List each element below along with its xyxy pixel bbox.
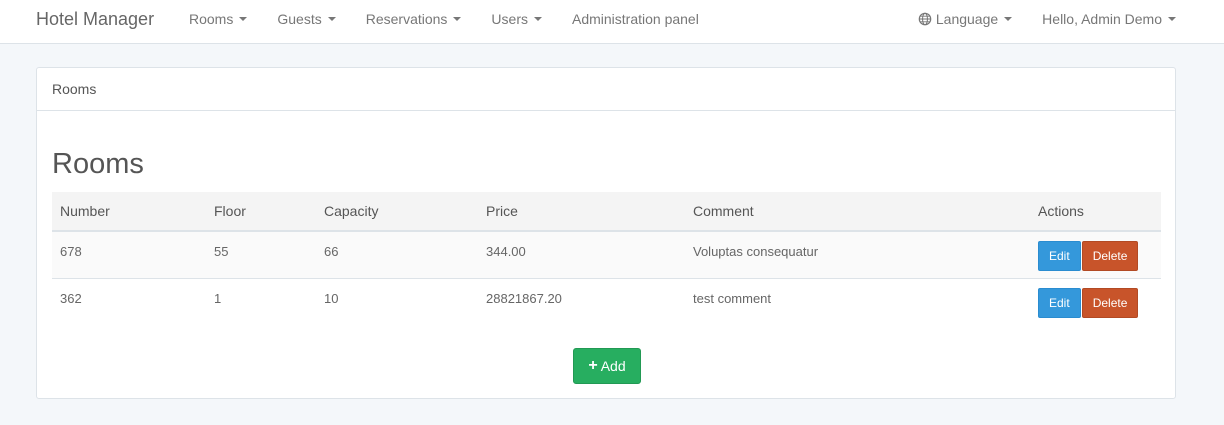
edit-button[interactable]: Edit [1038, 287, 1081, 318]
nav-reservations[interactable]: Reservations [366, 11, 462, 27]
caret-down-icon [1004, 17, 1013, 21]
cell-comment: test comment [693, 290, 772, 306]
table-row: 678 55 66 344.00 Voluptas consequatur Ed… [52, 231, 1161, 278]
nav-users-label: Users [491, 11, 528, 27]
rooms-table: Number Floor Capacity Price Comment Acti… [52, 192, 1161, 325]
language-dropdown[interactable]: Language [918, 11, 1013, 27]
cell-price: 28821867.20 [486, 290, 562, 306]
rooms-panel: Rooms Rooms Number Floor Capacity Price … [36, 67, 1176, 399]
nav-reservations-label: Reservations [365, 11, 448, 27]
delete-button[interactable]: Delete [1081, 287, 1139, 318]
add-label: Add [600, 358, 626, 374]
user-greeting: Hello, Admin Demo [1042, 11, 1162, 27]
header-price: Price [478, 192, 685, 232]
header-floor: Floor [206, 192, 316, 232]
language-label: Language [935, 11, 999, 27]
cell-capacity: 66 [324, 244, 339, 259]
caret-down-icon [327, 17, 336, 21]
cell-number: 678 [60, 244, 82, 259]
nav-administration-panel[interactable]: Administration panel [572, 11, 699, 27]
page-title: Rooms [52, 148, 144, 180]
cell-actions: Edit Delete [1030, 278, 1161, 325]
caret-down-icon [533, 17, 542, 21]
add-room-button[interactable]: + Add [573, 348, 641, 384]
cell-comment: Voluptas consequatur [693, 244, 819, 259]
caret-down-icon [1168, 17, 1176, 21]
caret-down-icon [453, 17, 462, 21]
user-dropdown[interactable]: Hello, Admin Demo [1042, 11, 1176, 27]
nav-users[interactable]: Users [491, 11, 542, 27]
navbar: Hotel Manager Rooms Guests Reservations … [0, 0, 1224, 44]
plus-icon: + [588, 357, 598, 374]
nav-left: Rooms Guests Reservations Users Administ… [189, 0, 729, 38]
delete-button[interactable]: Delete [1081, 241, 1139, 271]
cell-price: 344.00 [486, 244, 526, 259]
header-comment: Comment [685, 192, 1030, 232]
cell-actions: Edit Delete [1030, 231, 1161, 278]
cell-floor: 1 [214, 290, 222, 306]
edit-button[interactable]: Edit [1038, 241, 1081, 271]
nav-guests-label: Guests [277, 11, 322, 27]
nav-guests[interactable]: Guests [277, 11, 336, 27]
globe-icon [918, 12, 932, 26]
table-header-row: Number Floor Capacity Price Comment Acti… [52, 192, 1161, 232]
panel-heading: Rooms [37, 68, 1175, 111]
table-row: 362 1 10 28821867.20 test comment Edit De… [52, 278, 1161, 325]
nav-rooms[interactable]: Rooms [189, 11, 248, 27]
cell-capacity: 10 [324, 290, 339, 306]
header-number: Number [52, 192, 206, 232]
cell-floor: 55 [214, 244, 229, 259]
nav-right: Language Hello, Admin Demo [888, 0, 1176, 38]
nav-administration-label: Administration panel [571, 11, 699, 27]
header-actions: Actions [1030, 192, 1161, 232]
nav-rooms-label: Rooms [189, 11, 234, 27]
header-capacity: Capacity [316, 192, 478, 232]
brand-link[interactable]: Hotel Manager [36, 0, 154, 38]
caret-down-icon [239, 17, 248, 21]
cell-number: 362 [60, 290, 82, 306]
